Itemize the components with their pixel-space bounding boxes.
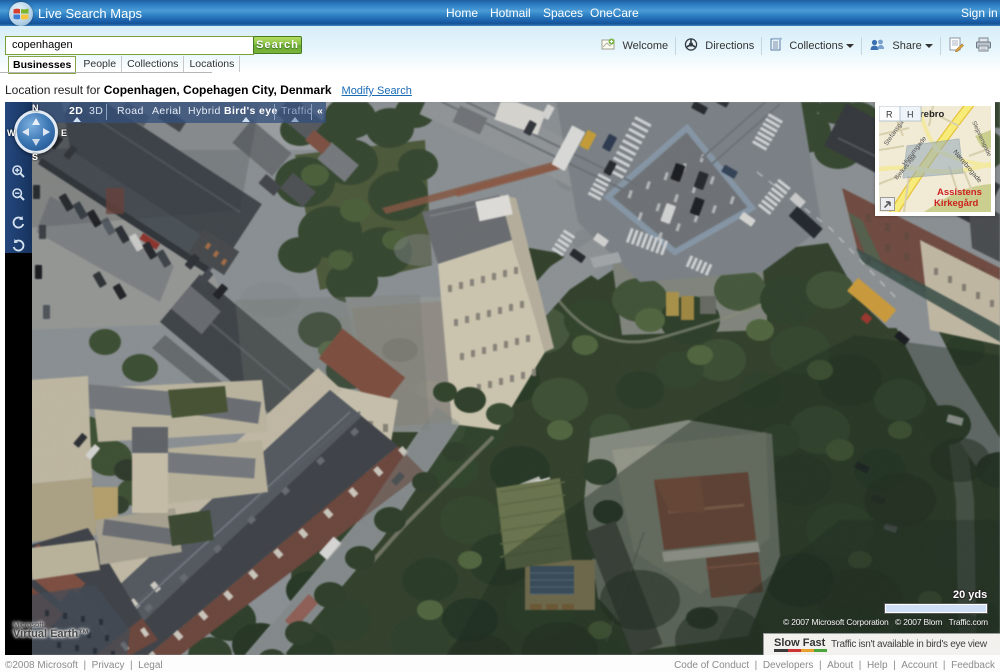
svg-text:R: R xyxy=(886,110,893,120)
svg-text:Assistens: Assistens xyxy=(937,187,982,198)
svg-text:Kirkegård: Kirkegård xyxy=(934,198,979,209)
svg-text:H: H xyxy=(907,110,914,120)
